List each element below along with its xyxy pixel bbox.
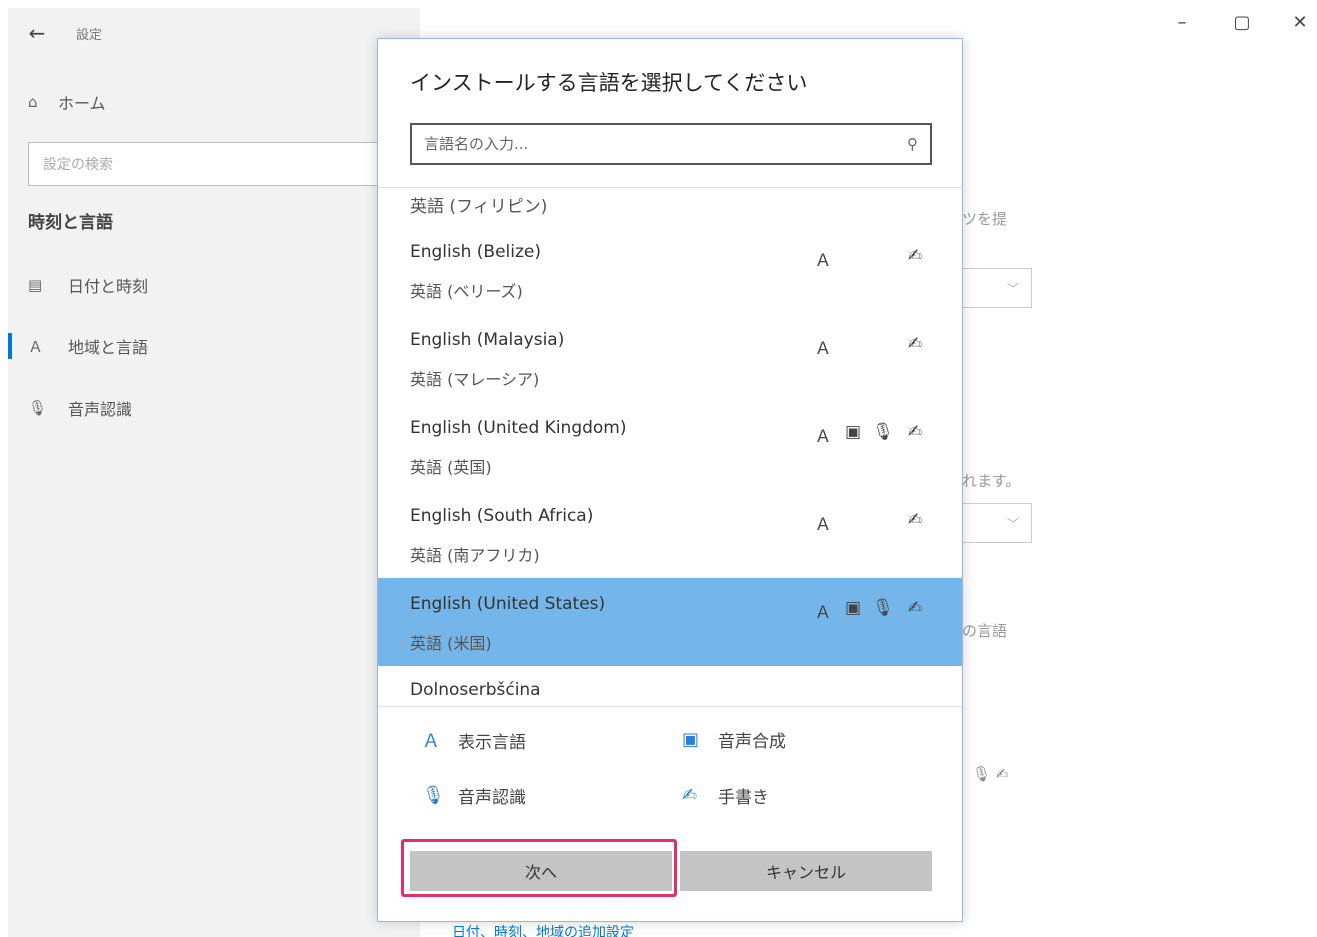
microphone-icon: 🎙 (972, 765, 992, 783)
handwriting-icon: ✍ (995, 765, 1009, 783)
bg-feature-icons: 🎙 ✍ (972, 765, 1008, 783)
maximize-icon: ▢ (1233, 12, 1251, 33)
additional-settings-link[interactable]: 日付、時刻、地域の追加設定 (452, 922, 634, 937)
legend-text-to-speech: ▣ 音声合成 (682, 727, 786, 752)
maximize-button[interactable]: ▢ (1222, 12, 1262, 33)
handwriting-icon: ✍ (907, 422, 923, 442)
display-language-icon: Ａ (814, 339, 832, 359)
language-item-united-states[interactable]: English (United States) 英語 (米国) Ａ ▣ 🎙 ✍ (378, 578, 962, 666)
display-language-icon: Ａ (422, 731, 440, 752)
minimize-button[interactable]: – (1162, 12, 1202, 33)
nav-home[interactable]: ⌂ ホーム (28, 90, 106, 114)
legend-label: 音声合成 (718, 732, 786, 752)
language-native-name: 英語 (米国) (410, 634, 492, 653)
close-button[interactable]: ✕ (1280, 12, 1317, 33)
language-item-malaysia[interactable]: English (Malaysia) 英語 (マレーシア) Ａ ✍ (378, 314, 962, 402)
minimize-icon: – (1177, 12, 1187, 33)
legend-label: 音声認識 (458, 788, 526, 808)
speech-recognition-icon: 🎙 (872, 422, 894, 442)
speech-recognition-icon: 🎙 (872, 598, 894, 618)
text-to-speech-icon: ▣ (682, 729, 700, 750)
chevron-down-icon: ﹀ (1006, 281, 1019, 296)
handwriting-icon: ✍ (682, 785, 698, 806)
list-item-partial[interactable]: 英語 (フィリピン) (410, 192, 547, 217)
bg-text-snippet: れます。 (962, 472, 1021, 490)
legend-handwriting: ✍ 手書き (682, 783, 769, 808)
feature-legend: Ａ 表示言語 ▣ 音声合成 🎙 音声認識 ✍ 手書き (378, 709, 962, 829)
bg-text-snippet: の言語 (962, 622, 1008, 640)
handwriting-icon: ✍ (907, 334, 923, 354)
legend-display-language: Ａ 表示言語 (422, 727, 526, 753)
language-picker-dialog: インストールする言語を選択してください ⚲ 英語 (フィリピン) English… (377, 38, 963, 922)
highlight-box (401, 839, 677, 897)
language-name: English (United States) (410, 594, 606, 614)
title-bar: ← 設定 (8, 8, 420, 58)
language-native-name: 英語 (南アフリカ) (410, 546, 540, 565)
language-native-name: 英語 (英国) (410, 458, 492, 477)
settings-sidebar: ← 設定 ⌂ ホーム 設定の検索 時刻と言語 ▤ 日付と時刻 Ａ 地域と言語 🎙… (7, 8, 420, 937)
bg-dropdown[interactable]: ﹀ (960, 268, 1032, 308)
sidebar-item-label: 日付と時刻 (68, 277, 149, 296)
legend-label: 手書き (718, 788, 769, 808)
language-name: English (Belize) (410, 242, 542, 262)
dialog-title: インストールする言語を選択してください (410, 71, 808, 95)
bg-dropdown[interactable]: ﹀ (960, 503, 1032, 543)
language-name: English (Malaysia) (410, 330, 565, 350)
language-search-input[interactable] (424, 135, 884, 153)
settings-search-input[interactable]: 設定の検索 (28, 142, 412, 186)
display-language-icon: Ａ (814, 603, 832, 623)
text-to-speech-icon: ▣ (844, 598, 862, 618)
display-language-icon: Ａ (814, 427, 832, 447)
language-item-belize[interactable]: English (Belize) 英語 (ベリーズ) Ａ ✍ (378, 226, 962, 314)
language-item-south-africa[interactable]: English (South Africa) 英語 (南アフリカ) Ａ ✍ (378, 490, 962, 578)
sidebar-item-date-time[interactable]: ▤ 日付と時刻 (28, 270, 148, 300)
sidebar-item-speech[interactable]: 🎙 音声認識 (28, 393, 132, 423)
handwriting-icon: ✍ (907, 246, 923, 266)
sidebar-item-label: 音声認識 (68, 400, 133, 419)
home-icon: ⌂ (28, 93, 38, 111)
speech-recognition-icon: 🎙 (422, 785, 445, 806)
language-item-united-kingdom[interactable]: English (United Kingdom) 英語 (英国) Ａ ▣ 🎙 ✍ (378, 402, 962, 490)
nav-home-label: ホーム (58, 94, 106, 113)
handwriting-icon: ✍ (907, 510, 923, 530)
chevron-down-icon: ﹀ (1006, 516, 1019, 531)
legend-speech-recognition: 🎙 音声認識 (422, 783, 526, 808)
language-name: English (South Africa) (410, 506, 594, 526)
display-language-icon: Ａ (814, 251, 832, 271)
search-icon[interactable]: ⚲ (907, 135, 918, 153)
section-title: 時刻と言語 (28, 213, 113, 233)
language-native-name: 英語 (ベリーズ) (410, 282, 523, 301)
calendar-clock-icon: ▤ (28, 276, 43, 294)
text-to-speech-icon: ▣ (844, 422, 862, 442)
settings-search-placeholder: 設定の検索 (43, 157, 113, 173)
cancel-button[interactable]: キャンセル (680, 851, 932, 891)
close-icon: ✕ (1292, 12, 1308, 33)
legend-label: 表示言語 (458, 732, 526, 753)
app-title: 設定 (76, 27, 103, 43)
sidebar-item-label: 地域と言語 (68, 338, 149, 357)
language-search-box: ⚲ (410, 123, 932, 165)
list-item-partial[interactable]: Dolnoserbšćina (410, 680, 541, 700)
back-arrow-icon: ← (28, 21, 46, 45)
language-icon: Ａ (28, 337, 44, 356)
language-native-name: 英語 (マレーシア) (410, 370, 540, 389)
bg-text-snippet: ツを提 (962, 210, 1008, 228)
handwriting-icon: ✍ (907, 598, 923, 618)
language-list[interactable]: 英語 (フィリピン) English (Belize) 英語 (ベリーズ) Ａ … (378, 187, 962, 707)
microphone-icon: 🎙 (28, 399, 48, 417)
display-language-icon: Ａ (814, 515, 832, 535)
back-button[interactable]: ← (8, 11, 66, 55)
sidebar-item-region-language[interactable]: Ａ 地域と言語 (7, 331, 149, 361)
language-name: English (United Kingdom) (410, 418, 627, 438)
